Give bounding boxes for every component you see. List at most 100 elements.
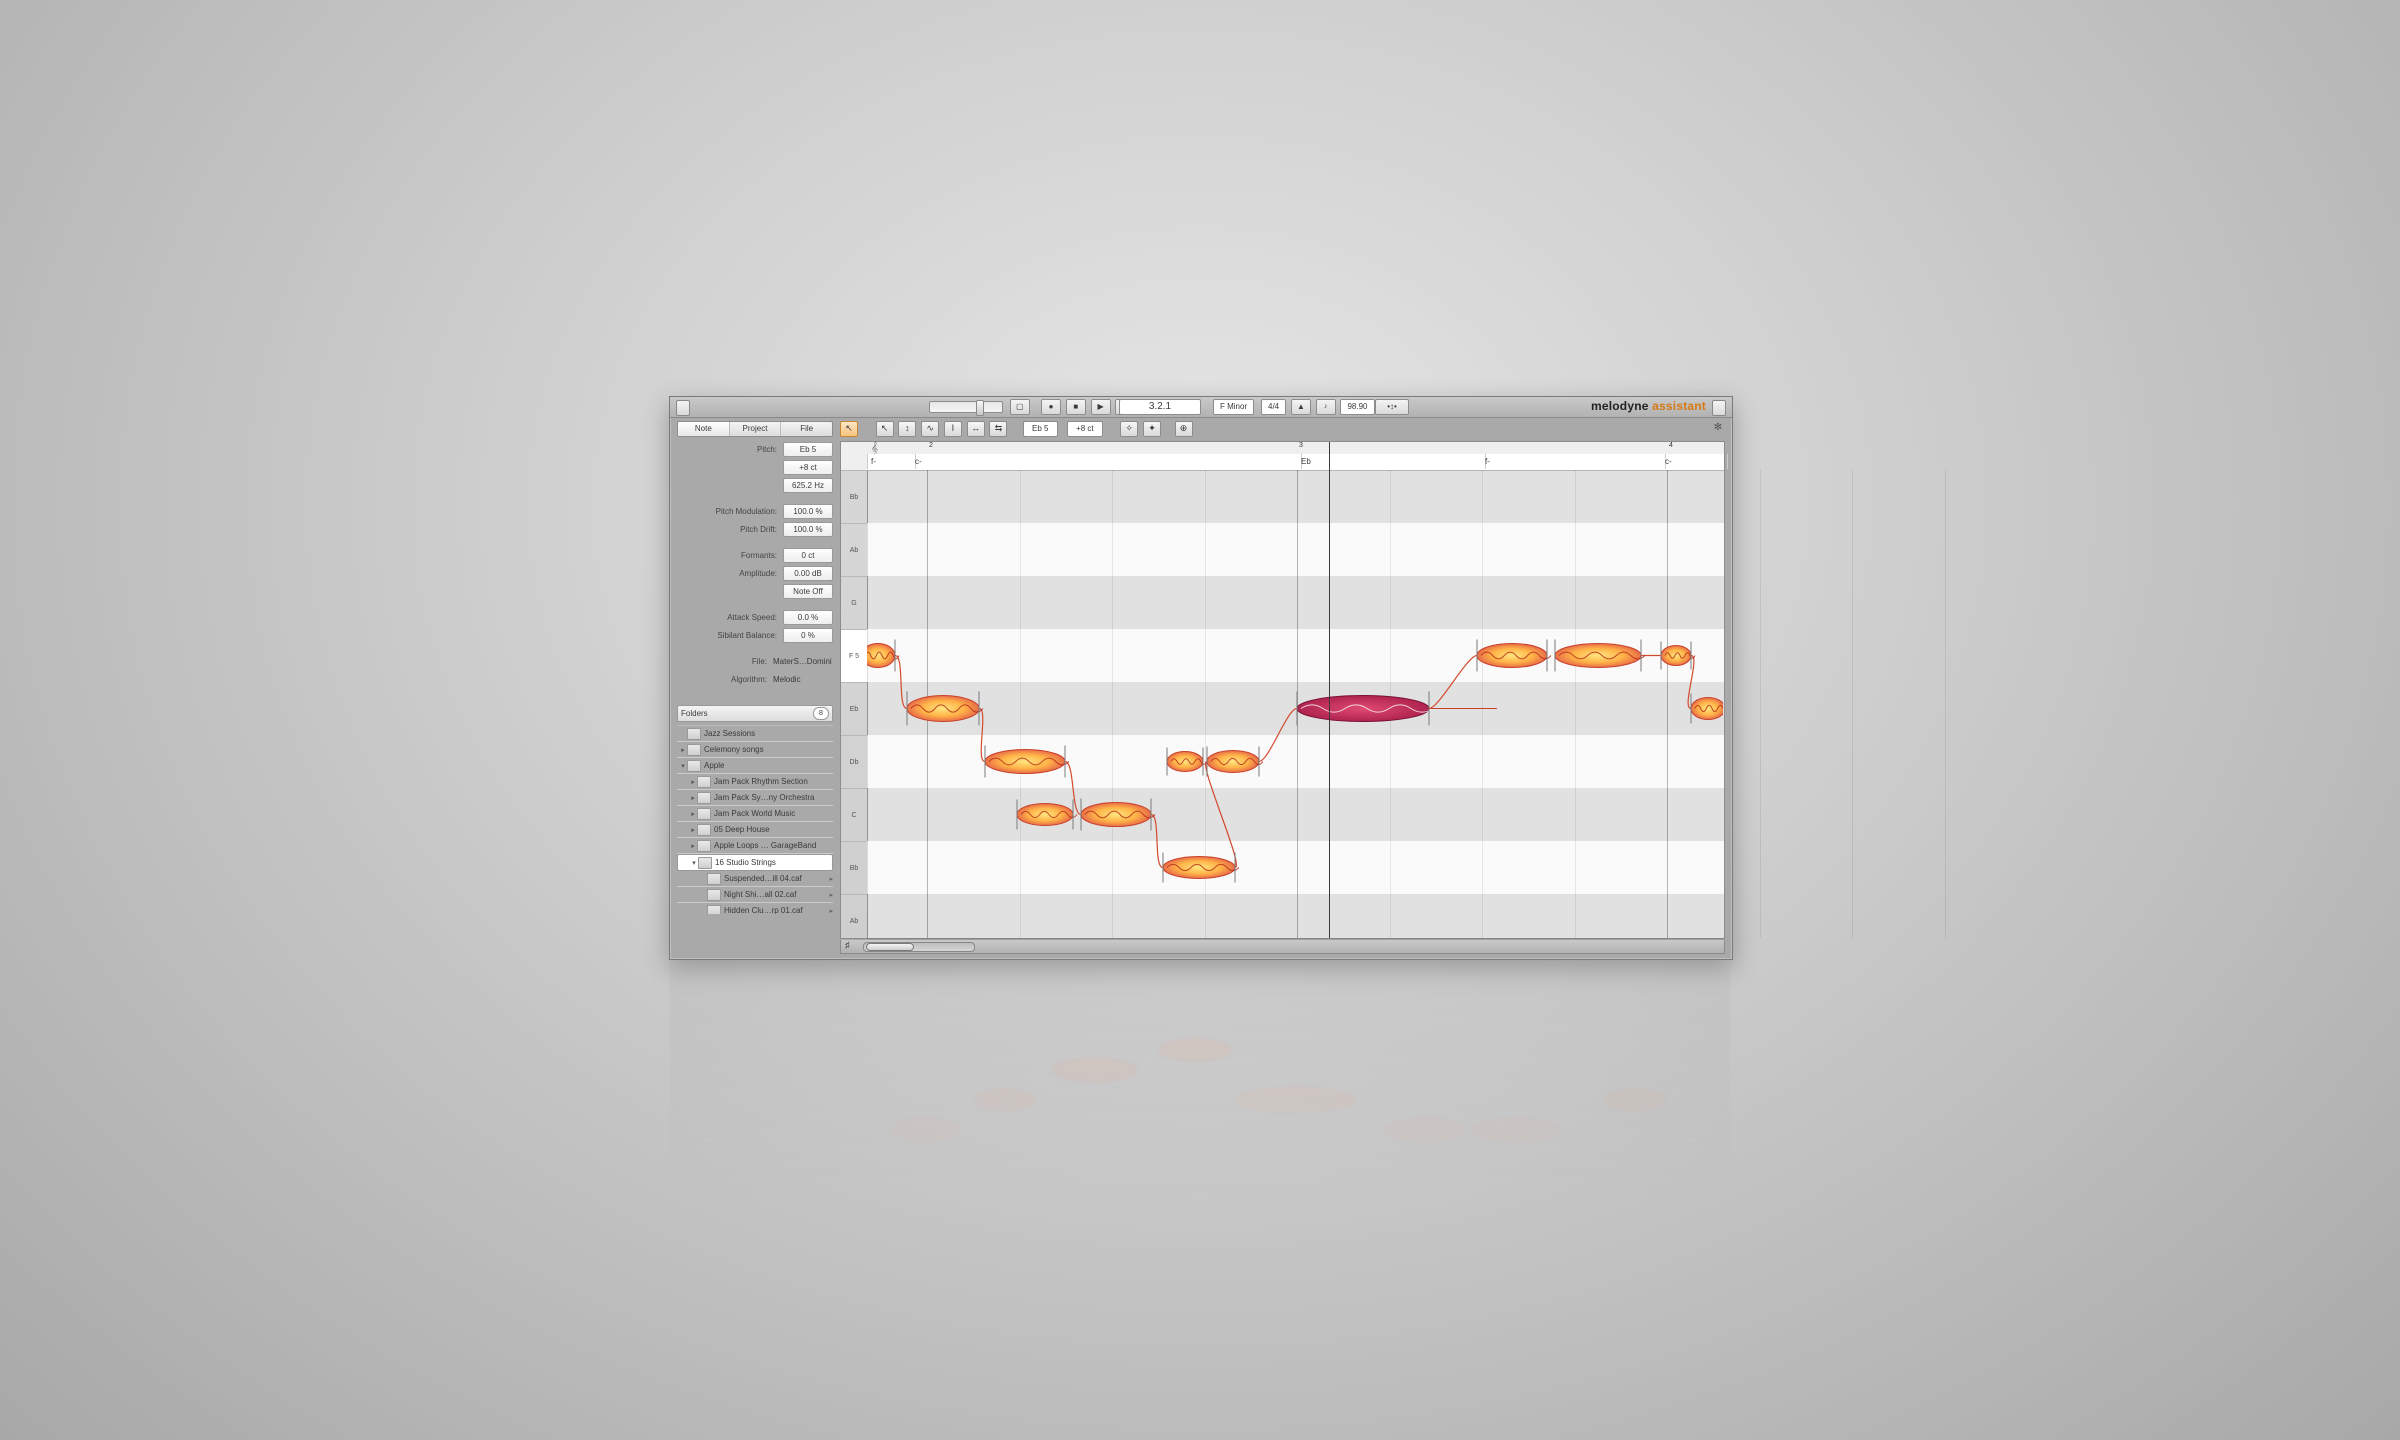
tab-note[interactable]: Note (678, 422, 730, 436)
note-blob[interactable] (1081, 799, 1155, 831)
algorithm: Melodic (773, 675, 833, 684)
tool-arrow[interactable]: ↖ (876, 421, 894, 437)
formants[interactable]: 0 ct (783, 548, 833, 563)
folder-item[interactable]: ▸Jam Pack World Music (677, 806, 833, 822)
toolbar-cents[interactable]: +8 ct (1067, 421, 1103, 437)
record-button[interactable]: ● (1041, 399, 1061, 415)
note-blob[interactable] (985, 746, 1069, 778)
playhead[interactable] (1329, 442, 1330, 938)
tool-amplitude[interactable]: ↔ (967, 421, 985, 437)
inspector-tabs: Note Project File (677, 421, 833, 437)
chord-track[interactable]: f-c-Ebf-c- (867, 454, 1724, 471)
folder-item[interactable]: ▸Jam Pack Sy…ny Orchestra (677, 790, 833, 806)
piano-key[interactable]: Eb (841, 682, 867, 736)
note-blobs[interactable] (867, 470, 1723, 940)
mute-button[interactable]: ▢ (1010, 399, 1030, 415)
note-blob[interactable] (1691, 694, 1723, 724)
note-blob[interactable] (1207, 747, 1263, 777)
right-panel-toggle[interactable] (1712, 400, 1726, 416)
volume-slider[interactable] (929, 401, 1003, 413)
amplitude[interactable]: 0.00 dB (783, 566, 833, 581)
reflection (669, 960, 1731, 1200)
folder-item[interactable]: Jazz Sessions (677, 726, 833, 742)
folder-item[interactable]: ▸Apple Loops … GarageBand (677, 838, 833, 854)
tool-separate3[interactable]: ⊕ (1175, 421, 1193, 437)
transport-bar: ▢ ● ■ ▶ ↻ 3.2.1 F Minor 4/4 ▲ ♪ 98.90 •↕… (670, 397, 1732, 418)
toolbar-pitch[interactable]: Eb 5 (1023, 421, 1057, 437)
metronome-button[interactable]: ▲ (1291, 399, 1311, 415)
tool-vibrato[interactable]: ∿ (921, 421, 939, 437)
pitch-drift[interactable]: 100.0 % (783, 522, 833, 537)
folder-item[interactable]: ▸Celemony songs (677, 742, 833, 758)
tool-main[interactable]: ↖ (840, 421, 858, 437)
note-blob[interactable] (1017, 800, 1077, 830)
attack-speed[interactable]: 0.0 % (783, 610, 833, 625)
bar-number: 2 (929, 442, 933, 449)
bar-number: 4 (1669, 442, 1673, 449)
note-blob[interactable] (867, 640, 899, 672)
folder-item[interactable]: ▾16 Studio Strings (677, 854, 833, 871)
gear-icon[interactable]: ✻ (1711, 421, 1725, 435)
horizontal-scrollbar[interactable] (863, 942, 975, 952)
tool-separate1[interactable]: ✧ (1120, 421, 1138, 437)
note-blob[interactable] (1477, 640, 1551, 672)
key-field[interactable]: F Minor (1213, 399, 1254, 415)
pitch-mod[interactable]: 100.0 % (783, 504, 833, 519)
folder-item[interactable]: Hidden Clu…rp 01.caf▸ (677, 903, 833, 914)
chord-segment[interactable]: c- (911, 454, 1302, 469)
position-display[interactable]: 3.2.1 (1119, 399, 1201, 415)
tab-file[interactable]: File (781, 422, 832, 436)
piano-key[interactable]: G (841, 576, 867, 630)
chord-segment[interactable]: c- (1661, 454, 1728, 469)
tool-timing[interactable]: ⇆ (989, 421, 1007, 437)
pitch-note[interactable]: Eb 5 (783, 442, 833, 457)
folder-icon (707, 873, 721, 885)
note-editor[interactable]: 𝄞 F Minor 234 f-c-Ebf-c- BbAbGF 5EbDbCBb… (840, 441, 1725, 939)
note-blob[interactable] (1167, 748, 1207, 776)
sibilant-balance[interactable]: 0 % (783, 628, 833, 643)
folder-item[interactable]: ▸05 Deep House (677, 822, 833, 838)
app-window: ▢ ● ■ ▶ ↻ 3.2.1 F Minor 4/4 ▲ ♪ 98.90 •↕… (669, 396, 1733, 960)
tab-project[interactable]: Project (730, 422, 782, 436)
folder-item[interactable]: Night Shi…all 02.caf▸ (677, 887, 833, 903)
quantize-button[interactable]: •↕• (1375, 399, 1409, 415)
chord-segment[interactable]: f- (1481, 454, 1666, 469)
chord-segment[interactable]: Eb (1297, 454, 1486, 469)
chord-segment[interactable]: f- (867, 454, 916, 469)
piano-key[interactable]: F 5 (841, 629, 867, 683)
folder-item[interactable]: ▾Apple (677, 758, 833, 774)
tempo-field[interactable]: 98.90 (1340, 399, 1374, 415)
folder-browser: Folders 8 Jazz Sessions▸Celemony songs▾A… (677, 705, 833, 914)
stop-button[interactable]: ■ (1066, 399, 1086, 415)
pitch-hz[interactable]: 625.2 Hz (783, 478, 833, 493)
folder-item[interactable]: ▸Jam Pack Rhythm Section (677, 774, 833, 790)
piano-key[interactable]: C (841, 788, 867, 842)
piano-key[interactable]: Ab (841, 523, 867, 577)
note-blob[interactable] (1163, 853, 1239, 883)
tool-pitch[interactable]: ↕ (898, 421, 916, 437)
note-off-button[interactable]: Note Off (783, 584, 833, 599)
file-name: MaterS…Domini (773, 657, 833, 666)
piano-key[interactable]: Bb (841, 470, 867, 524)
tool-separate2[interactable]: ✦ (1143, 421, 1161, 437)
note-blob[interactable] (1555, 640, 1645, 672)
folder-icon (697, 808, 711, 820)
folder-icon (687, 728, 701, 740)
tool-formant[interactable]: I (944, 421, 962, 437)
folders-header[interactable]: Folders 8 (677, 705, 833, 722)
note-blob[interactable] (1661, 642, 1695, 670)
note-blob[interactable] (1297, 692, 1433, 726)
left-panel-toggle[interactable] (676, 400, 690, 416)
pitch-cents[interactable]: +8 ct (783, 460, 833, 475)
folder-item[interactable]: Suspended…ill 04.caf▸ (677, 871, 833, 887)
sharp-icon: ♯ (845, 940, 850, 950)
piano-key[interactable]: Db (841, 735, 867, 789)
bar-number: 3 (1299, 442, 1303, 449)
timesig-field[interactable]: 4/4 (1261, 399, 1286, 415)
piano-key[interactable]: Bb (841, 841, 867, 895)
status-bar: ♯ (840, 940, 1725, 954)
piano-ruler[interactable]: BbAbGF 5EbDbCBbAb (841, 470, 868, 938)
play-button[interactable]: ▶ (1091, 399, 1111, 415)
note-blob[interactable] (907, 692, 983, 726)
folder-icon (698, 857, 712, 869)
